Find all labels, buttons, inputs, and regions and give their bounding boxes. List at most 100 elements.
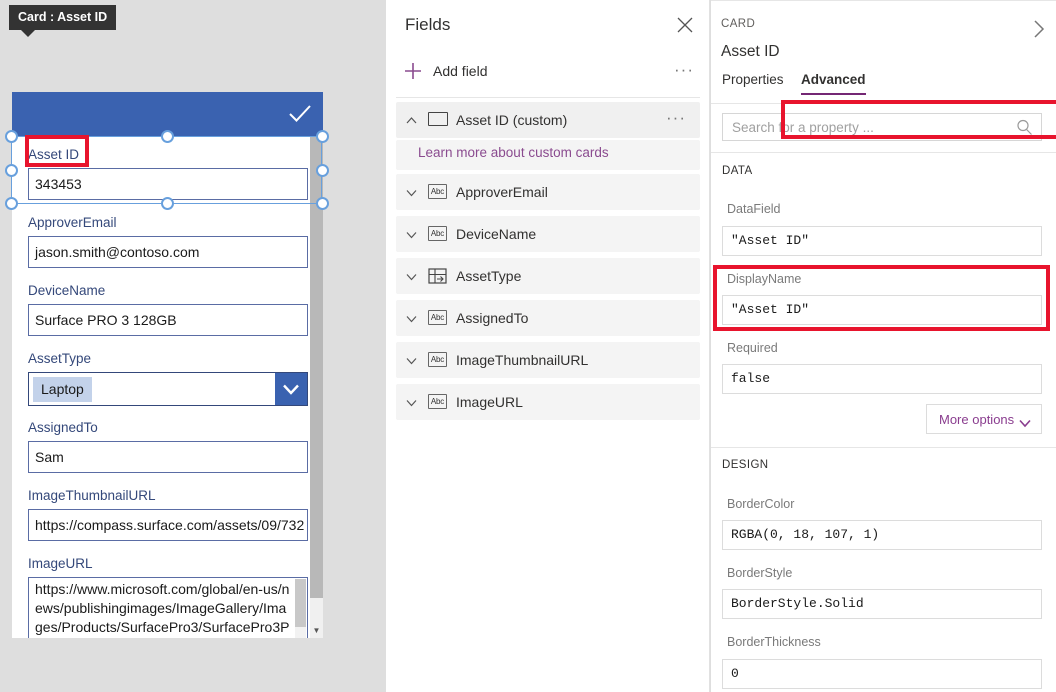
form-field-assettype[interactable]: AssetType Laptop — [28, 350, 308, 406]
card-tooltip: Card : Asset ID — [9, 5, 116, 30]
field-label: AssetType — [28, 350, 308, 368]
field-row-label: AssignedTo — [456, 309, 528, 328]
add-field-button[interactable]: Add field ··· — [386, 54, 710, 88]
property-label-required: Required — [727, 341, 778, 355]
add-field-label: Add field — [433, 61, 487, 81]
resize-handle-bottom-center[interactable] — [161, 197, 174, 210]
chevron-down-icon[interactable] — [275, 373, 307, 405]
form-field-assignedto[interactable]: AssignedTo Sam — [28, 419, 308, 473]
field-textarea-value: https://www.microsoft.com/global/en-us/n… — [35, 581, 289, 638]
abc-icon: Abc — [428, 352, 447, 367]
field-input[interactable]: Surface PRO 3 128GB — [28, 304, 308, 336]
assettype-dropdown[interactable]: Laptop — [28, 372, 308, 406]
resize-handle-bottom-left[interactable] — [5, 197, 18, 210]
search-icon[interactable] — [1016, 119, 1033, 136]
field-label: ImageThumbnailURL — [28, 487, 308, 505]
resize-handle-middle-right[interactable] — [316, 164, 329, 177]
tab-properties[interactable]: Properties — [722, 72, 784, 95]
fields-panel-header: Fields — [386, 0, 710, 50]
chevron-down-icon[interactable] — [405, 270, 418, 283]
edit-form[interactable]: Asset ID 343453 ApproverEmail jason.smit… — [12, 92, 332, 639]
form-field-imagethumbnailurl[interactable]: ImageThumbnailURL https://compass.surfac… — [28, 487, 308, 541]
field-row-label: ImageURL — [456, 393, 523, 412]
property-search-input[interactable]: Search for a property ... — [722, 113, 1042, 141]
field-row-imagethumbnailurl[interactable]: Abc ImageThumbnailURL — [396, 342, 700, 378]
resize-handle-top-center[interactable] — [161, 130, 174, 143]
checkmark-icon[interactable] — [287, 101, 313, 127]
field-row-label: ImageThumbnailURL — [456, 351, 588, 370]
property-label-bordercolor: BorderColor — [727, 497, 794, 511]
field-row-imageurl[interactable]: Abc ImageURL — [396, 384, 700, 420]
property-label-borderstyle: BorderStyle — [727, 566, 792, 580]
property-input-borderstyle[interactable]: BorderStyle.Solid — [722, 589, 1042, 619]
add-field-more-icon[interactable]: ··· — [674, 60, 694, 80]
field-row-label: ApproverEmail — [456, 183, 548, 202]
section-heading-data: DATA — [722, 165, 753, 177]
chevron-down-icon[interactable] — [405, 354, 418, 367]
field-label: ImageURL — [28, 555, 308, 573]
property-input-required[interactable]: false — [722, 364, 1042, 394]
fields-panel-title: Fields — [405, 15, 450, 35]
field-row-label: DeviceName — [456, 225, 536, 244]
fields-panel-divider — [396, 97, 700, 98]
form-scrollbar[interactable]: ▼ — [310, 136, 323, 638]
fields-panel: Fields Add field ··· Asset ID (custom) ·… — [386, 0, 710, 692]
property-label-displayname: DisplayName — [727, 272, 801, 286]
textarea-scrollbar[interactable]: ▲ ▼ — [295, 579, 306, 638]
field-label: ApproverEmail — [28, 214, 308, 232]
learn-more-label: Learn more about custom cards — [418, 145, 609, 160]
chevron-down-icon[interactable] — [405, 312, 418, 325]
properties-panel-topline — [711, 0, 1056, 1]
property-input-borderthickness[interactable]: 0 — [722, 659, 1042, 689]
lookup-table-icon — [428, 268, 448, 284]
field-input[interactable]: jason.smith@contoso.com — [28, 236, 308, 268]
tab-advanced[interactable]: Advanced — [801, 72, 866, 95]
properties-panel-title: Asset ID — [721, 43, 780, 61]
resize-handle-middle-left[interactable] — [5, 164, 18, 177]
field-row-asset-id-custom[interactable]: Asset ID (custom) ··· — [396, 102, 700, 138]
field-input[interactable]: https://compass.surface.com/assets/09/73… — [28, 509, 308, 541]
search-divider — [711, 152, 1056, 153]
field-row-assignedto[interactable]: Abc AssignedTo — [396, 300, 700, 336]
field-row-approveremail[interactable]: Abc ApproverEmail — [396, 174, 700, 210]
properties-panel-kicker: CARD — [721, 18, 755, 30]
chevron-down-icon[interactable] — [405, 396, 418, 409]
resize-handle-bottom-right[interactable] — [316, 197, 329, 210]
abc-icon: Abc — [428, 226, 447, 241]
design-section-divider — [711, 447, 1056, 448]
form-field-approveremail[interactable]: ApproverEmail jason.smith@contoso.com — [28, 214, 308, 268]
field-input[interactable]: Sam — [28, 441, 308, 473]
chevron-down-icon[interactable] — [405, 228, 418, 241]
chevron-down-icon — [1019, 415, 1031, 424]
field-label: DeviceName — [28, 282, 308, 300]
field-label: AssignedTo — [28, 419, 308, 437]
scroll-down-arrow-icon[interactable]: ▼ — [310, 624, 323, 638]
field-row-devicename[interactable]: Abc DeviceName — [396, 216, 700, 252]
form-field-asset-id[interactable]: Asset ID 343453 — [28, 146, 308, 200]
app-canvas: Asset ID 343453 ApproverEmail jason.smit… — [0, 0, 386, 692]
property-input-displayname[interactable]: "Asset ID" — [722, 295, 1042, 325]
chevron-down-icon[interactable] — [405, 186, 418, 199]
abc-icon: Abc — [428, 184, 447, 199]
app-root: Asset ID 343453 ApproverEmail jason.smit… — [0, 0, 1056, 692]
form-field-imageurl[interactable]: ImageURL https://www.microsoft.com/globa… — [28, 555, 308, 638]
field-textarea[interactable]: https://www.microsoft.com/global/en-us/n… — [28, 577, 308, 638]
scrollbar-thumb[interactable] — [295, 579, 306, 627]
resize-handle-top-left[interactable] — [5, 130, 18, 143]
field-row-assettype[interactable]: AssetType — [396, 258, 700, 294]
more-options-button[interactable]: More options — [926, 404, 1042, 434]
property-label-datafield: DataField — [727, 202, 781, 216]
chevron-up-icon[interactable] — [405, 114, 418, 127]
close-icon[interactable] — [674, 14, 696, 36]
chevron-right-icon[interactable] — [1028, 16, 1050, 42]
resize-handle-top-right[interactable] — [316, 130, 329, 143]
property-input-datafield[interactable]: "Asset ID" — [722, 226, 1042, 256]
property-input-bordercolor[interactable]: RGBA(0, 18, 107, 1) — [722, 520, 1042, 550]
learn-more-custom-cards-link[interactable]: Learn more about custom cards — [396, 140, 700, 170]
form-field-devicename[interactable]: DeviceName Surface PRO 3 128GB — [28, 282, 308, 336]
abc-icon: Abc — [428, 310, 447, 325]
plus-icon — [403, 61, 423, 81]
field-row-more-icon[interactable]: ··· — [666, 108, 686, 128]
field-input[interactable]: 343453 — [28, 168, 308, 200]
field-label: Asset ID — [28, 146, 308, 164]
